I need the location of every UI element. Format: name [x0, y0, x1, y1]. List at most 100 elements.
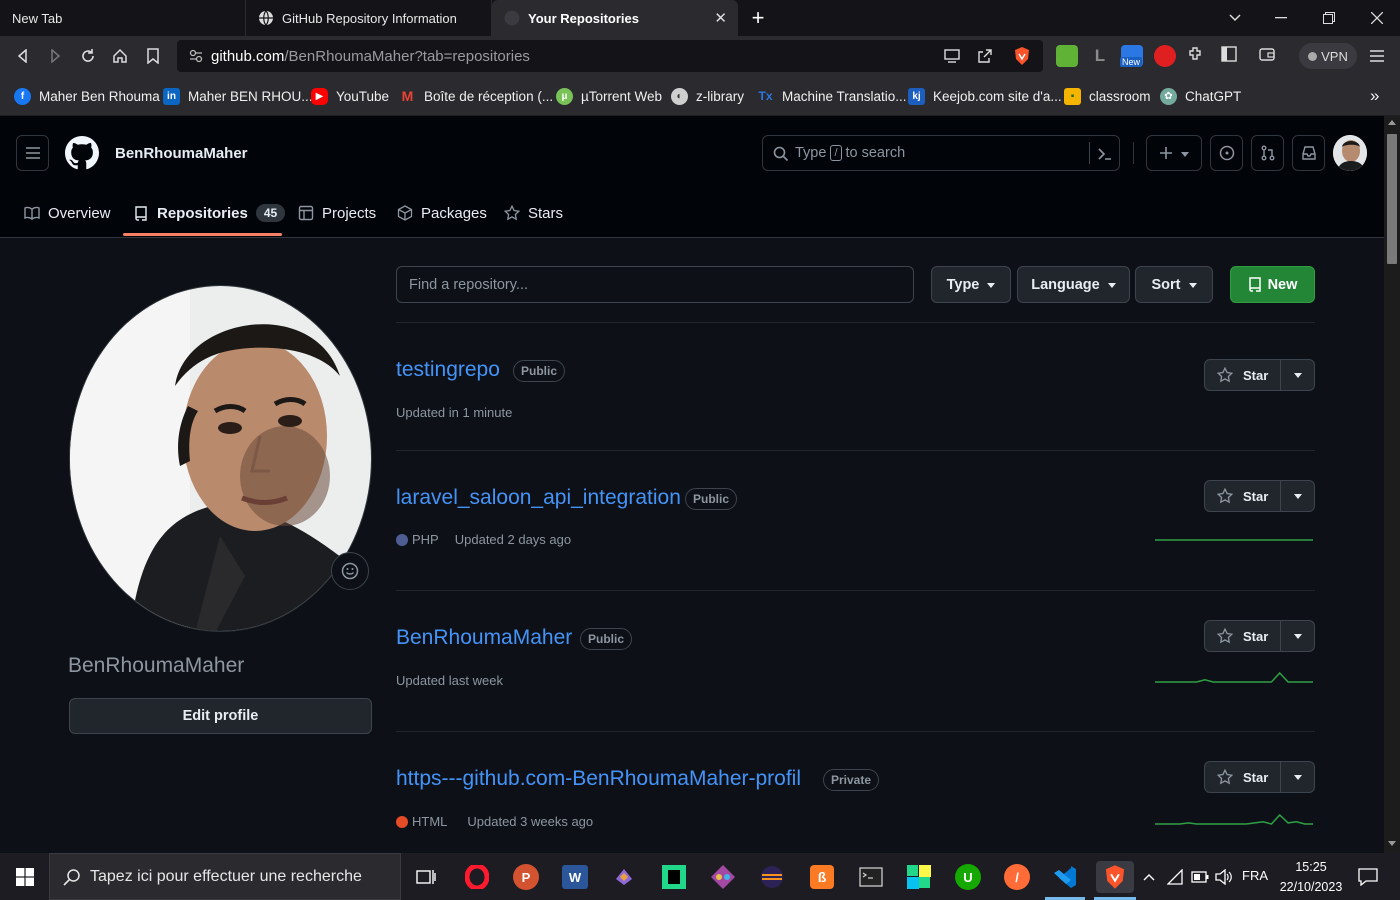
- bookmark-linkedin[interactable]: in Maher BEN RHOU...: [163, 85, 313, 107]
- battery-icon[interactable]: [1188, 861, 1212, 893]
- browser-tab-github-info[interactable]: GitHub Repository Information: [246, 0, 492, 36]
- task-view-icon[interactable]: [410, 861, 442, 893]
- forward-icon[interactable]: [42, 43, 68, 69]
- tab-packages[interactable]: Packages: [397, 188, 487, 238]
- tab-search-chevron-icon[interactable]: [1212, 0, 1258, 36]
- star-button[interactable]: Star: [1204, 480, 1281, 512]
- bookmark-gmail[interactable]: M Boîte de réception (...: [399, 85, 553, 107]
- repo-name-link[interactable]: laravel_saloon_api_integration: [396, 486, 681, 510]
- close-window-icon[interactable]: [1354, 0, 1400, 36]
- brave-shields-icon[interactable]: [1013, 46, 1031, 66]
- set-status-button[interactable]: [331, 552, 369, 590]
- repo-name-link[interactable]: https---github.com-BenRhoumaMaher-profil: [396, 767, 801, 791]
- bookmarks-overflow-button[interactable]: »: [1370, 85, 1379, 107]
- tab-overview[interactable]: Overview: [24, 188, 111, 238]
- word-icon[interactable]: W: [559, 861, 591, 893]
- extensions-puzzle-icon[interactable]: [1187, 45, 1209, 67]
- bookmark-chatgpt[interactable]: ✿ ChatGPT: [1160, 85, 1241, 107]
- profile-avatar[interactable]: [69, 285, 372, 632]
- menu-icon[interactable]: [1364, 43, 1390, 69]
- scroll-down-icon[interactable]: [1388, 841, 1396, 846]
- new-repository-button[interactable]: New: [1230, 266, 1315, 303]
- type-filter-button[interactable]: Type: [931, 266, 1011, 303]
- system-clock[interactable]: 15:25 22/10/2023: [1276, 857, 1346, 897]
- home-icon[interactable]: [107, 43, 133, 69]
- windows-start-icon[interactable]: [9, 861, 41, 893]
- create-new-button[interactable]: [1146, 135, 1202, 171]
- new-tab-button[interactable]: +: [738, 0, 778, 36]
- notifications-button[interactable]: [1292, 135, 1325, 171]
- cast-icon[interactable]: [944, 49, 960, 63]
- star-button[interactable]: Star: [1204, 620, 1281, 652]
- pycharm-icon[interactable]: [903, 861, 935, 893]
- vpn-button[interactable]: VPN: [1299, 43, 1357, 69]
- tab-projects[interactable]: Projects: [298, 188, 376, 238]
- close-tab-icon[interactable]: ✕: [714, 9, 727, 27]
- wallet-icon[interactable]: [1258, 45, 1280, 67]
- volume-icon[interactable]: [1212, 861, 1236, 893]
- powerpoint-icon[interactable]: P: [510, 861, 542, 893]
- bookmark-machine-translation[interactable]: Tx Machine Translatio...: [757, 85, 906, 107]
- minimize-icon[interactable]: [1258, 0, 1304, 36]
- terminal-icon[interactable]: [855, 861, 887, 893]
- l-extension-icon[interactable]: L: [1089, 45, 1111, 67]
- red-extension-icon[interactable]: [1154, 45, 1176, 67]
- restore-icon[interactable]: [1306, 0, 1352, 36]
- chevron-up-icon[interactable]: [1138, 861, 1160, 893]
- header-avatar[interactable]: [1333, 135, 1367, 171]
- vscode-icon[interactable]: [1049, 861, 1081, 893]
- new-extension-icon[interactable]: New: [1120, 45, 1143, 67]
- command-palette-icon[interactable]: [1097, 146, 1113, 162]
- header-username[interactable]: BenRhoumaMaher: [115, 145, 248, 162]
- repo-name-link[interactable]: testingrepo: [396, 358, 500, 382]
- bookmark-utorrent[interactable]: µ µTorrent Web: [556, 85, 662, 107]
- reload-icon[interactable]: [75, 43, 101, 69]
- scrollbar-thumb[interactable]: [1387, 134, 1397, 264]
- bookmark-icon[interactable]: [140, 43, 166, 69]
- browser-tab-new-tab[interactable]: New Tab: [0, 0, 246, 36]
- pull-requests-button[interactable]: [1251, 135, 1284, 171]
- github-logo-icon[interactable]: [65, 136, 99, 170]
- star-list-dropdown[interactable]: [1281, 480, 1315, 512]
- star-list-dropdown[interactable]: [1281, 359, 1315, 391]
- tab-stars[interactable]: Stars: [504, 188, 563, 238]
- tab-repositories[interactable]: Repositories 45: [133, 188, 286, 238]
- star-button[interactable]: Star: [1204, 359, 1281, 391]
- taskbar-search-input[interactable]: Tapez ici pour effectuer une recherche: [49, 853, 401, 900]
- bookmark-classroom[interactable]: ▪ classroom: [1064, 85, 1151, 107]
- star-list-dropdown[interactable]: [1281, 761, 1315, 793]
- input-language[interactable]: FRA: [1242, 868, 1268, 883]
- star-button[interactable]: Star: [1204, 761, 1281, 793]
- address-bar[interactable]: github.com/BenRhoumaMaher?tab=repositori…: [177, 40, 1043, 72]
- sort-button[interactable]: Sort: [1135, 266, 1213, 303]
- page-scrollbar[interactable]: [1384, 116, 1400, 853]
- issues-button[interactable]: [1210, 135, 1243, 171]
- network-icon[interactable]: [1164, 861, 1188, 893]
- edit-profile-button[interactable]: Edit profile: [69, 698, 372, 734]
- global-search-input[interactable]: Type / to search: [762, 135, 1120, 171]
- share-icon[interactable]: [977, 48, 993, 64]
- bookmark-facebook[interactable]: f Maher Ben Rhouma: [14, 85, 160, 107]
- find-repository-input[interactable]: [396, 266, 914, 303]
- frog-extension-icon[interactable]: [1056, 45, 1078, 67]
- postman-icon[interactable]: /: [1001, 861, 1033, 893]
- eclipse-icon[interactable]: [756, 861, 788, 893]
- bookmark-youtube[interactable]: ▶ YouTube: [311, 85, 389, 107]
- sidebar-toggle-icon[interactable]: [1220, 45, 1242, 67]
- upwork-icon[interactable]: U: [952, 861, 984, 893]
- mysql-workbench-icon[interactable]: [608, 861, 640, 893]
- back-icon[interactable]: [10, 43, 36, 69]
- star-list-dropdown[interactable]: [1281, 620, 1315, 652]
- bookmark-zlibrary[interactable]: ◐ z-library: [671, 85, 744, 107]
- xampp-icon[interactable]: ß: [806, 861, 838, 893]
- scroll-up-icon[interactable]: [1388, 120, 1396, 125]
- opera-icon[interactable]: [461, 861, 493, 893]
- bookmark-keejob[interactable]: kj Keejob.com site d'a...: [908, 85, 1062, 107]
- gitkraken-icon[interactable]: [707, 861, 739, 893]
- brave-browser-icon[interactable]: [1096, 861, 1134, 893]
- notification-center-icon[interactable]: [1352, 861, 1384, 893]
- browser-tab-your-repositories[interactable]: Your Repositories ✕: [492, 0, 738, 36]
- language-filter-button[interactable]: Language: [1017, 266, 1130, 303]
- site-settings-icon[interactable]: [189, 49, 203, 63]
- repo-name-link[interactable]: BenRhoumaMaher: [396, 626, 572, 650]
